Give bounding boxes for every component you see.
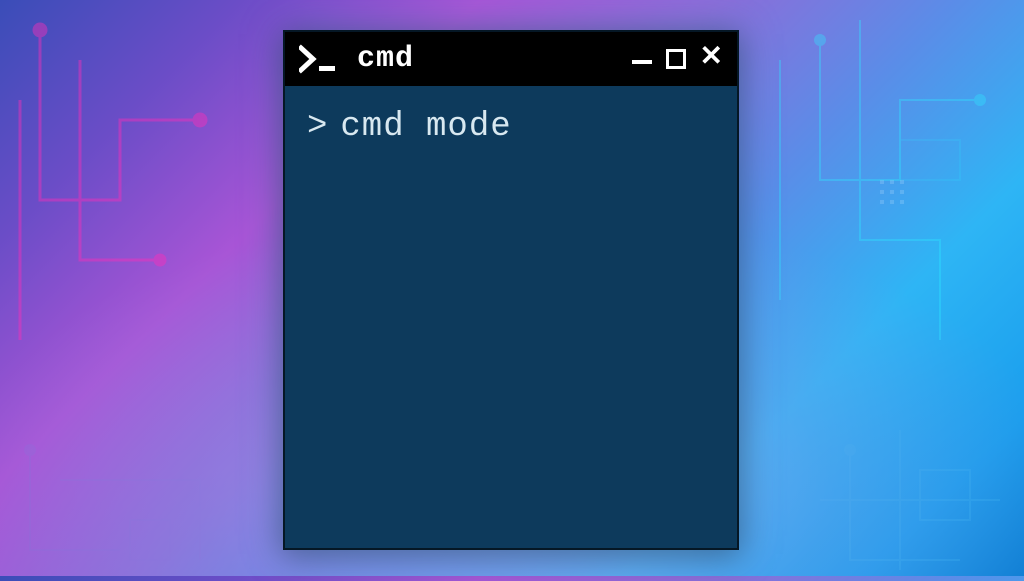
- window-title: cmd: [357, 42, 622, 76]
- titlebar[interactable]: cmd ✕: [285, 32, 737, 86]
- command-line: > cmd mode: [307, 108, 715, 146]
- maximize-button[interactable]: [666, 49, 686, 69]
- minimize-icon: [632, 60, 652, 64]
- close-button[interactable]: ✕: [700, 45, 723, 73]
- terminal-body[interactable]: > cmd mode: [285, 86, 737, 548]
- command-text: cmd mode: [340, 108, 511, 146]
- maximize-icon: [666, 49, 686, 69]
- minimize-button[interactable]: [632, 54, 652, 64]
- terminal-prompt-icon: [299, 44, 343, 74]
- close-icon: ✕: [700, 45, 723, 73]
- window-controls: ✕: [632, 45, 723, 73]
- terminal-window: cmd ✕ > cmd mode: [283, 30, 739, 550]
- prompt-symbol: >: [307, 108, 328, 146]
